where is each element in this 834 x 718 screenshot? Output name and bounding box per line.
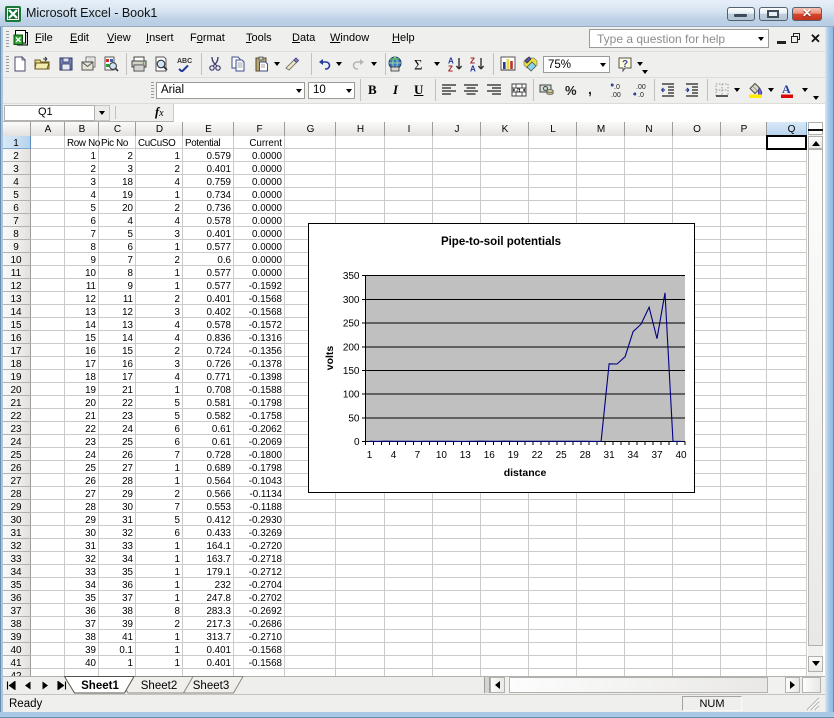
svg-text:28: 28 [580, 450, 592, 461]
svg-text:Sheet2: Sheet2 [141, 680, 177, 692]
svg-text:34: 34 [628, 450, 640, 461]
svg-text:.00: .00 [636, 84, 646, 91]
svg-text:13: 13 [460, 450, 472, 461]
svg-text:?: ? [622, 59, 628, 70]
svg-text:100: 100 [343, 390, 360, 401]
svg-text:distance: distance [504, 467, 547, 479]
svg-text:volts: volts [324, 346, 336, 371]
svg-text:,: , [588, 82, 592, 97]
svg-text:40: 40 [675, 450, 687, 461]
svg-text:16: 16 [484, 450, 496, 461]
svg-text:31: 31 [604, 450, 616, 461]
svg-text:350: 350 [343, 271, 360, 282]
svg-text:0: 0 [354, 437, 360, 448]
svg-text:A: A [470, 65, 476, 73]
svg-text:Sheet3: Sheet3 [193, 680, 229, 692]
svg-text:%: % [565, 83, 577, 98]
svg-text:1: 1 [367, 450, 373, 461]
svg-text:150: 150 [343, 366, 360, 377]
svg-text:19: 19 [508, 450, 520, 461]
svg-text:4: 4 [391, 450, 397, 461]
svg-text:200: 200 [343, 342, 360, 353]
svg-text:Σ: Σ [414, 58, 422, 73]
svg-text:250: 250 [343, 319, 360, 330]
svg-text:10: 10 [436, 450, 448, 461]
svg-text:ABC: ABC [177, 58, 192, 65]
svg-text:7: 7 [415, 450, 421, 461]
svg-text:Sheet1: Sheet1 [81, 680, 119, 692]
svg-text:50: 50 [348, 413, 360, 424]
svg-text:a: a [516, 86, 521, 95]
svg-text:37: 37 [651, 450, 663, 461]
svg-text:25: 25 [556, 450, 568, 461]
svg-text:.00: .00 [611, 92, 621, 98]
svg-text:.0: .0 [614, 84, 620, 91]
svg-text:300: 300 [343, 295, 360, 306]
svg-text:Pipe-to-soil potentials: Pipe-to-soil potentials [441, 236, 561, 248]
svg-text:22: 22 [532, 450, 544, 461]
svg-text:Z: Z [448, 65, 453, 73]
svg-text:.0: .0 [638, 92, 644, 98]
svg-text:A: A [782, 82, 791, 96]
